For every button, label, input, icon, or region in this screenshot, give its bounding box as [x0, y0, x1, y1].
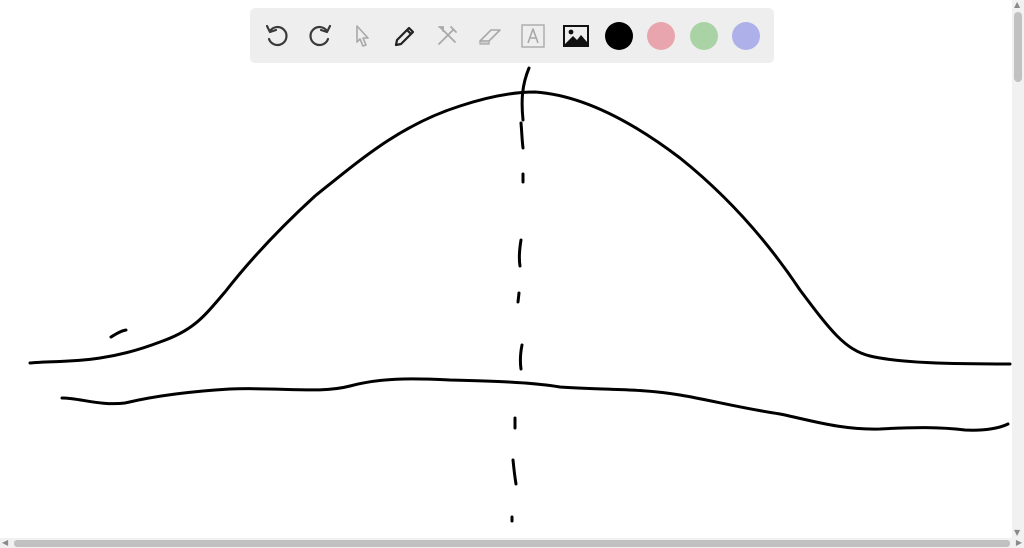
scroll-down-arrow[interactable]: ▼: [1014, 528, 1020, 538]
select-tool-button[interactable]: [347, 21, 377, 51]
pen-tool-button[interactable]: [390, 21, 420, 51]
dashed-vertical-line: [510, 66, 531, 523]
horizontal-wavy-stroke: [60, 377, 1010, 432]
eraser-button[interactable]: [475, 21, 505, 51]
scroll-up-arrow[interactable]: ▲: [1014, 0, 1020, 10]
text-box-icon: [521, 24, 545, 48]
undo-icon: [265, 24, 288, 47]
small-tick-mark: [109, 328, 128, 339]
image-button[interactable]: [561, 21, 591, 51]
undo-button[interactable]: [262, 21, 292, 51]
scroll-left-arrow[interactable]: ◀: [2, 538, 8, 548]
redo-button[interactable]: [305, 21, 335, 51]
tools-icon: [438, 26, 457, 45]
color-swatch-pink[interactable]: [647, 22, 675, 50]
scroll-right-arrow[interactable]: ▶: [1016, 538, 1022, 548]
color-swatch-green[interactable]: [690, 22, 718, 50]
bell-curve-stroke: [28, 90, 1012, 366]
text-tool-button[interactable]: [518, 21, 548, 51]
image-icon: [563, 25, 589, 47]
drawing-canvas[interactable]: [0, 0, 1024, 548]
eraser-icon: [479, 29, 501, 45]
select-arrow-icon: [356, 25, 369, 47]
horizontal-scroll-thumb[interactable]: [14, 540, 1010, 547]
color-swatch-black[interactable]: [605, 22, 633, 50]
vertical-scroll-thumb[interactable]: [1014, 12, 1022, 82]
drawing-toolbar: [250, 8, 774, 63]
pencil-icon: [394, 26, 415, 47]
redo-icon: [309, 24, 332, 47]
color-swatch-lavender[interactable]: [732, 22, 760, 50]
horizontal-scrollbar[interactable]: ◀ ▶: [0, 538, 1024, 548]
vertical-scrollbar[interactable]: ▲ ▼: [1012, 0, 1024, 538]
tools-button[interactable]: [432, 21, 462, 51]
